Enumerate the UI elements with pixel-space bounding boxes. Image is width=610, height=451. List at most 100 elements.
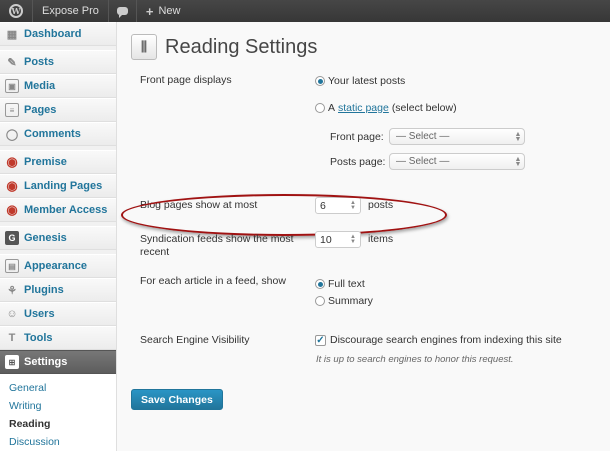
page-icon: ≡ — [5, 103, 19, 117]
wordpress-logo-menu[interactable]: W — [0, 0, 33, 22]
menu-member-access[interactable]: ◉ Member Access — [0, 198, 116, 222]
menu-comments[interactable]: ◯ Comments — [0, 122, 116, 146]
syndication-label-line2: recent — [140, 246, 170, 258]
static-page-radio[interactable] — [315, 103, 325, 113]
spinner-icon: ▲ ▼ — [350, 233, 356, 245]
menu-label: Media — [24, 80, 56, 92]
summary-option[interactable]: Summary — [315, 295, 373, 307]
feed-article-label: For each article in a feed, show — [140, 275, 286, 287]
menu-label: Plugins — [24, 284, 64, 296]
menu-label: Genesis — [24, 232, 67, 244]
summary-radio[interactable] — [315, 296, 325, 306]
posts-page-select-label: Posts page: — [330, 156, 386, 168]
summary-label: Summary — [328, 295, 373, 307]
submenu-general[interactable]: General — [0, 379, 116, 397]
menu-pages[interactable]: ≡ Pages — [0, 98, 116, 122]
media-icon: ▣ — [5, 79, 19, 93]
genesis-icon: G — [5, 231, 19, 245]
appearance-icon: ▤ — [5, 259, 19, 273]
users-icon: ☺ — [6, 308, 18, 320]
comment-icon — [116, 7, 128, 18]
full-text-radio[interactable] — [315, 279, 325, 289]
menu-label: Tools — [24, 332, 53, 344]
posts-page-select-value: — Select — — [396, 156, 450, 167]
static-page-option[interactable]: A static page (select below) — [315, 102, 457, 114]
posts-page-select[interactable]: — Select — ▲ ▼ — [389, 153, 525, 170]
menu-appearance[interactable]: ▤ Appearance — [0, 254, 116, 278]
posts-per-page-input[interactable]: 6 ▲ ▼ — [315, 197, 361, 214]
wordpress-icon: W — [9, 4, 23, 18]
menu-label: Appearance — [24, 260, 87, 272]
front-page-displays-label: Front page displays — [140, 74, 232, 86]
menu-label: Settings — [24, 356, 68, 368]
full-text-option[interactable]: Full text — [315, 278, 365, 290]
items-unit-label: items — [368, 233, 394, 245]
menu-genesis[interactable]: G Genesis — [0, 226, 116, 250]
select-arrows-icon: ▲ ▼ — [514, 130, 522, 143]
select-arrows-icon: ▲ ▼ — [514, 155, 522, 168]
feed-items-input[interactable]: 10 ▲ ▼ — [315, 231, 361, 248]
syndication-label-line1: Syndication feeds show the most — [140, 233, 294, 245]
menu-premise[interactable]: ◉ Premise — [0, 150, 116, 174]
settings-icon: ⊞ — [5, 355, 19, 369]
menu-media[interactable]: ▣ Media — [0, 74, 116, 98]
menu-posts[interactable]: ✎ Posts — [0, 50, 116, 74]
discourage-search-label: Discourage search engines from indexing … — [330, 334, 562, 346]
menu-label: Member Access — [24, 204, 108, 216]
save-changes-button[interactable]: Save Changes — [131, 389, 223, 410]
latest-posts-radio[interactable] — [315, 76, 325, 86]
menu-settings[interactable]: ⊞ Settings — [0, 350, 116, 374]
static-page-link[interactable]: static page — [338, 102, 389, 114]
pin-icon: ✎ — [7, 56, 17, 69]
blog-pages-label: Blog pages show at most — [140, 199, 258, 211]
admin-bar: W Expose Pro + New — [0, 0, 610, 22]
full-text-label: Full text — [328, 278, 365, 290]
submenu-writing[interactable]: Writing — [0, 397, 116, 415]
spinner-icon: ▲ ▼ — [350, 199, 356, 211]
page-title: Reading Settings — [165, 35, 318, 58]
latest-posts-option[interactable]: Your latest posts — [315, 75, 405, 87]
target-icon: ◉ — [6, 178, 18, 193]
posts-per-page-value: 6 — [320, 199, 326, 212]
comment-icon: ◯ — [5, 128, 19, 141]
site-name: Expose Pro — [42, 5, 99, 17]
settings-page-icon: ⫼ — [131, 34, 157, 60]
comments-menu[interactable] — [109, 0, 137, 22]
discourage-hint: It is up to search engines to honor this… — [316, 354, 514, 365]
site-name-menu[interactable]: Expose Pro — [33, 0, 109, 22]
menu-landing-pages[interactable]: ◉ Landing Pages — [0, 174, 116, 198]
submenu-reading[interactable]: Reading — [0, 415, 116, 433]
search-visibility-label: Search Engine Visibility — [140, 334, 250, 346]
plugin-icon: ⚘ — [7, 284, 17, 297]
target-icon: ◉ — [6, 154, 18, 169]
target-icon: ◉ — [6, 202, 18, 217]
static-page-suffix: (select below) — [391, 102, 457, 114]
settings-submenu: General Writing Reading Discussion — [0, 374, 116, 451]
page-header: ⫼ Reading Settings — [131, 34, 317, 60]
menu-label: Comments — [24, 128, 81, 140]
menu-label: Users — [24, 308, 55, 320]
menu-plugins[interactable]: ⚘ Plugins — [0, 278, 116, 302]
discourage-search-option[interactable]: ✓ Discourage search engines from indexin… — [315, 334, 562, 346]
posts-unit-label: posts — [368, 199, 394, 211]
feed-items-value: 10 — [320, 233, 332, 246]
tools-icon: T — [8, 332, 16, 344]
menu-tools[interactable]: T Tools — [0, 326, 116, 350]
main-content: ⫼ Reading Settings Front page displays Y… — [118, 22, 610, 451]
front-page-select[interactable]: — Select — ▲ ▼ — [389, 128, 525, 145]
menu-users[interactable]: ☺ Users — [0, 302, 116, 326]
new-content-menu[interactable]: + New — [137, 0, 190, 22]
submenu-discussion[interactable]: Discussion — [0, 433, 116, 451]
static-page-prefix: A — [328, 102, 336, 114]
menu-label: Posts — [24, 56, 54, 68]
menu-dashboard[interactable]: ▦ Dashboard — [0, 22, 116, 46]
syndication-label: Syndication feeds show the most recent — [140, 233, 294, 259]
discourage-search-checkbox[interactable]: ✓ — [315, 334, 326, 346]
new-label: New — [158, 5, 181, 17]
menu-label: Pages — [24, 104, 57, 116]
menu-label: Premise — [24, 156, 67, 168]
dashboard-icon: ▦ — [6, 28, 18, 41]
latest-posts-label: Your latest posts — [328, 75, 406, 87]
front-page-select-label: Front page: — [330, 131, 384, 143]
menu-label: Landing Pages — [24, 180, 103, 192]
